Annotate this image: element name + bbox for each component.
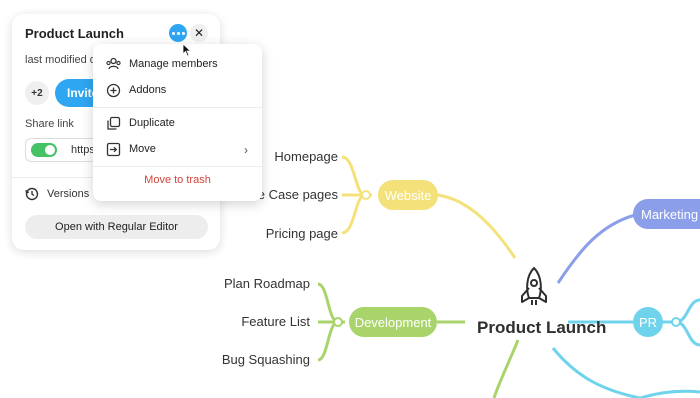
menu-item-label: Duplicate — [129, 117, 175, 129]
website-node[interactable]: Website — [378, 180, 438, 210]
menu-item-manage-members[interactable]: Manage members — [93, 52, 262, 76]
leaf-homepage[interactable]: Homepage — [274, 149, 338, 164]
menu-item-label: Move — [129, 143, 156, 155]
duplicate-icon — [105, 115, 121, 131]
open-regular-editor-button[interactable]: Open with Regular Editor — [25, 215, 208, 239]
menu-divider — [93, 107, 262, 108]
menu-item-label: Addons — [129, 84, 167, 96]
more-options-button[interactable] — [169, 24, 187, 42]
menu-divider — [93, 166, 262, 167]
connector-root-marketing — [556, 213, 636, 284]
close-icon: ✕ — [193, 26, 205, 40]
share-link-toggle[interactable] — [31, 143, 57, 157]
share-link-url: https — [71, 144, 95, 156]
menu-item-label: Manage members — [129, 58, 218, 70]
close-button[interactable]: ✕ — [190, 24, 208, 42]
connector-cyan-bottom-right — [639, 389, 700, 398]
menu-item-duplicate[interactable]: Duplicate — [93, 111, 262, 135]
connector-pr-right — [662, 298, 700, 324]
connector-dev-bug — [317, 320, 339, 362]
mouse-cursor-icon — [182, 43, 192, 57]
connector-root-website — [437, 193, 517, 259]
chevron-right-icon: › — [244, 143, 248, 157]
leaf-feature-list[interactable]: Feature List — [241, 314, 310, 329]
plus-circle-icon — [105, 82, 121, 98]
marketing-node[interactable]: Marketing — [633, 199, 700, 229]
website-junction — [361, 190, 371, 200]
versions-label: Versions — [47, 188, 90, 200]
pr-junction — [671, 317, 681, 327]
menu-item-addons[interactable]: Addons — [93, 78, 262, 102]
versions-link[interactable]: Versions — [25, 187, 89, 201]
leaf-pricing-page[interactable]: Pricing page — [266, 226, 338, 241]
connector-dev-roadmap — [317, 282, 339, 324]
last-modified-text: last modified or — [25, 54, 100, 66]
connector-root-cyan-lower — [551, 347, 641, 398]
move-to-trash-item[interactable]: Move to trash — [93, 174, 262, 186]
menu-item-move[interactable]: Move › — [93, 137, 262, 161]
move-icon — [105, 141, 121, 157]
connector-website-pricing — [341, 193, 366, 235]
history-icon — [25, 187, 39, 201]
rocket-icon — [521, 267, 547, 305]
leaf-bug-squashing[interactable]: Bug Squashing — [222, 352, 310, 367]
options-dropdown-menu: Manage members Addons Duplicate Move › M… — [93, 44, 262, 201]
connector-website-homepage — [341, 155, 366, 197]
leaf-plan-roadmap[interactable]: Plan Roadmap — [224, 276, 310, 291]
pr-node[interactable]: PR — [633, 307, 663, 337]
members-icon — [105, 56, 121, 72]
member-count-badge[interactable]: +2 — [25, 81, 49, 105]
development-junction — [333, 317, 343, 327]
panel-title: Product Launch — [25, 26, 124, 41]
share-link-label: Share link — [25, 118, 74, 130]
development-node[interactable]: Development — [349, 307, 437, 337]
connector-root-green-lower — [492, 339, 520, 398]
root-node-title[interactable]: Product Launch — [477, 318, 606, 338]
